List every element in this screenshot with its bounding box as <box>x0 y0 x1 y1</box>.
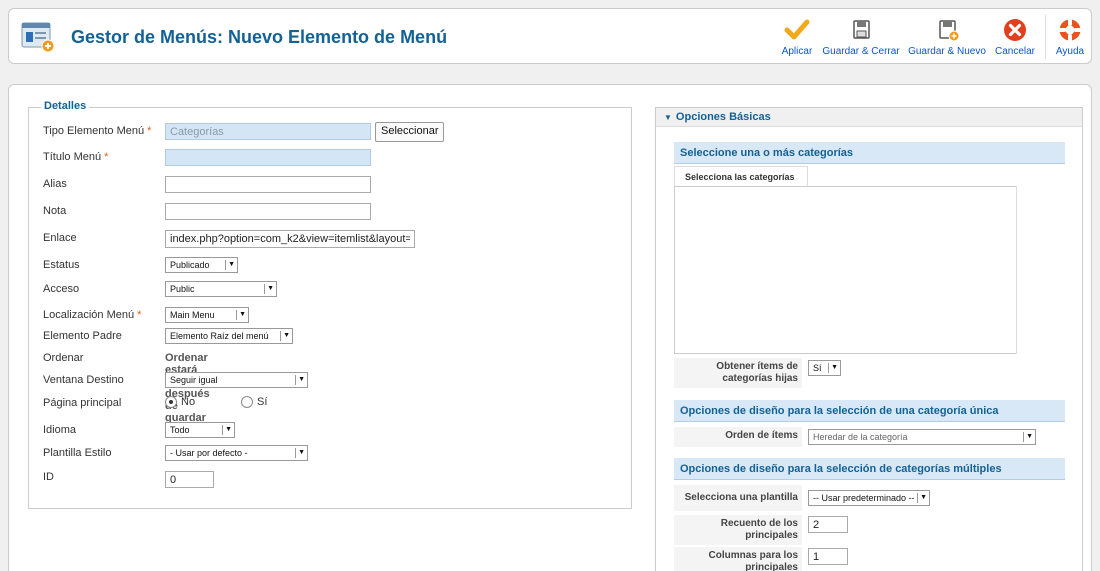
details-legend: Detalles <box>41 100 90 112</box>
radio-empty-icon <box>241 396 253 409</box>
status-select[interactable]: Publicado ▼ <box>165 257 238 273</box>
categories-list[interactable] <box>674 186 1027 354</box>
target-window-label: Ventana Destino <box>43 374 124 386</box>
home-no-option[interactable]: No <box>165 396 195 409</box>
leading-count-field[interactable] <box>808 516 848 533</box>
link-label: Enlace <box>43 232 77 244</box>
chevron-down-icon: ▼ <box>917 493 927 503</box>
template-select-label: Selecciona una plantilla <box>674 485 802 511</box>
apply-button[interactable]: Aplicar <box>777 17 817 57</box>
header-bar: Gestor de Menús: Nuevo Elemento de Menú … <box>8 8 1092 64</box>
template-select[interactable]: -- Usar predeterminado -- ▼ <box>808 490 930 506</box>
parent-item-label: Elemento Padre <box>43 330 122 342</box>
menu-title-field[interactable] <box>165 149 371 166</box>
single-category-layout-header: Opciones de diseño para la selección de … <box>674 400 1065 422</box>
id-field[interactable] <box>165 471 214 488</box>
multi-category-layout-header: Opciones de diseño para la selección de … <box>674 458 1065 480</box>
apply-label: Aplicar <box>781 46 813 57</box>
chevron-down-icon: ▼ <box>225 260 235 270</box>
main-content: Detalles Tipo Elemento Menú* Seleccionar… <box>8 84 1092 571</box>
access-select[interactable]: Public ▼ <box>165 281 277 297</box>
chevron-down-icon: ▼ <box>280 331 290 341</box>
access-label: Acceso <box>43 283 80 295</box>
cancel-icon <box>1004 19 1026 41</box>
chevron-down-icon: ▼ <box>264 284 274 294</box>
tab-select-categories[interactable]: Selecciona las categorías <box>674 166 808 186</box>
help-lifebuoy-icon <box>1059 19 1081 41</box>
alias-label: Alias <box>43 178 67 190</box>
status-label: Estatus <box>43 259 80 271</box>
home-yes-option[interactable]: Sí <box>241 396 267 409</box>
menu-location-label: Localización Menú * <box>43 309 142 321</box>
chevron-down-icon: ▼ <box>222 425 232 435</box>
details-fieldset: Detalles Tipo Elemento Menú* Seleccionar… <box>28 100 632 509</box>
save-icon <box>853 20 870 39</box>
categories-scrollbar[interactable] <box>1016 186 1027 354</box>
cancel-label: Cancelar <box>994 46 1036 57</box>
link-field[interactable] <box>165 230 415 248</box>
cancel-button[interactable]: Cancelar <box>992 17 1038 57</box>
template-style-select[interactable]: - Usar por defecto - ▼ <box>165 445 308 461</box>
triangle-down-icon: ▼ <box>664 113 672 122</box>
language-select[interactable]: Todo ▼ <box>165 422 235 438</box>
chevron-down-icon: ▼ <box>295 448 305 458</box>
menu-item-type-label: Tipo Elemento Menú * <box>43 125 152 137</box>
save-close-label: Guardar & Cerrar <box>822 46 900 57</box>
template-select-row: Selecciona una plantilla -- Usar predete… <box>674 485 1065 511</box>
categories-section-header: Seleccione una o más categorías <box>674 142 1065 164</box>
language-label: Idioma <box>43 424 77 436</box>
basic-options-panel: ▼ Opciones Básicas Seleccione una o más c… <box>655 107 1083 571</box>
parent-item-select[interactable]: Elemento Raíz del menú ▼ <box>165 328 293 344</box>
chevron-down-icon: ▼ <box>295 375 305 385</box>
alias-field[interactable] <box>165 176 371 193</box>
radio-selected-icon <box>165 396 177 409</box>
leading-columns-row: Columnas para los principales <box>674 547 1065 571</box>
chevron-down-icon: ▼ <box>236 310 246 320</box>
note-field[interactable] <box>165 203 371 220</box>
child-items-row: Obtener ítems de categorías hijas Sí ▼ <box>674 358 1065 388</box>
help-label: Ayuda <box>1055 46 1085 57</box>
menu-item-type-field[interactable] <box>165 123 371 140</box>
item-order-select[interactable]: Heredar de la categoría ▼ <box>808 429 1036 445</box>
item-order-label: Orden de ítems <box>674 427 802 447</box>
save-new-icon <box>939 20 960 42</box>
menu-manager-icon <box>21 22 55 52</box>
save-new-button[interactable]: Guardar & Nuevo <box>906 17 988 57</box>
home-page-label: Página principal <box>43 397 122 409</box>
basic-options-toggle[interactable]: ▼ Opciones Básicas <box>656 108 1082 127</box>
save-close-button[interactable]: Guardar & Cerrar <box>819 17 903 57</box>
target-window-select[interactable]: Seguir igual ▼ <box>165 372 308 388</box>
leading-count-row: Recuento de los principales <box>674 515 1065 545</box>
check-icon <box>784 19 810 40</box>
save-new-label: Guardar & Nuevo <box>908 46 986 57</box>
menu-location-select[interactable]: Main Menu ▼ <box>165 307 249 323</box>
leading-columns-label: Columnas para los principales <box>674 547 802 571</box>
ordering-note: Ordenar estará disponible después de gua… <box>165 352 220 424</box>
chevron-down-icon: ▼ <box>1023 432 1033 442</box>
ordering-label: Ordenar <box>43 352 84 364</box>
note-label: Nota <box>43 205 67 217</box>
child-items-label: Obtener ítems de categorías hijas <box>674 358 802 388</box>
toolbar-divider <box>1045 15 1046 59</box>
leading-count-label: Recuento de los principales <box>674 515 802 545</box>
help-button[interactable]: Ayuda <box>1051 17 1089 57</box>
item-order-row: Orden de ítems Heredar de la categoría ▼ <box>674 427 1065 447</box>
template-style-label: Plantilla Estilo <box>43 447 112 459</box>
page-title: Gestor de Menús: Nuevo Elemento de Menú <box>71 27 448 47</box>
leading-columns-field[interactable] <box>808 548 848 565</box>
chevron-down-icon: ▼ <box>828 363 838 373</box>
select-type-button[interactable]: Seleccionar <box>375 122 445 142</box>
id-label: ID <box>43 471 54 483</box>
child-items-select[interactable]: Sí ▼ <box>808 360 841 376</box>
menu-title-label: Título Menú * <box>43 151 109 163</box>
